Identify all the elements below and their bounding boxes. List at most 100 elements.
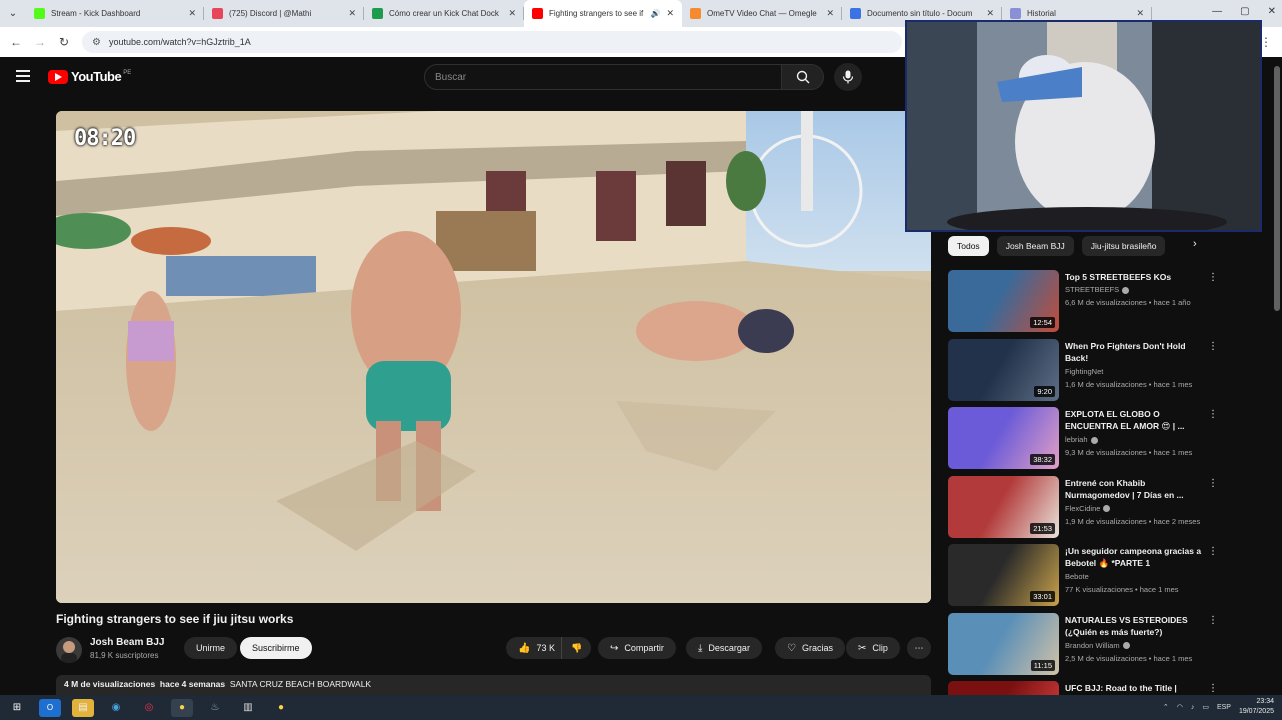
reload-icon[interactable]: ↻ <box>52 35 76 49</box>
tab-favicon-icon <box>850 8 861 19</box>
download-button[interactable]: ⤓ Descargar <box>686 637 762 659</box>
filter-chip[interactable]: Josh Beam BJJ <box>996 236 1074 256</box>
page-scrollbar[interactable] <box>1274 66 1280 311</box>
like-button[interactable]: 👍 73 K <box>506 637 561 659</box>
recommendation-channel[interactable]: Brandon William <box>1065 641 1120 650</box>
address-bar[interactable]: ⚙ youtube.com/watch?v=hGJztrib_1A <box>82 31 902 53</box>
tab-audio-icon[interactable]: 🔊 <box>650 9 660 18</box>
clip-button[interactable]: ✂ Clip <box>846 637 900 659</box>
recommendation-channel[interactable]: Bebote <box>1065 572 1089 581</box>
steam-icon[interactable]: ♨ <box>204 699 226 717</box>
browser-tab[interactable]: (725) Discord | @Mathi ✕ <box>204 0 364 27</box>
tab-close-icon[interactable]: ✕ <box>188 8 196 19</box>
file-explorer-icon[interactable]: ▤ <box>72 698 94 717</box>
channel-avatar[interactable] <box>56 637 82 663</box>
recommendation-title[interactable]: ¡Un seguidor campeona gracias a Bebotel … <box>1065 545 1205 569</box>
chrome-icon[interactable]: ● <box>171 698 193 717</box>
video-thumbnail[interactable]: 9:20 <box>948 338 1059 401</box>
more-vertical-icon[interactable]: ⋮ <box>1208 478 1218 489</box>
wifi-icon[interactable]: ◠ <box>1177 703 1183 711</box>
more-vertical-icon[interactable]: ⋮ <box>1208 546 1218 557</box>
video-thumbnail[interactable]: 21:53 <box>948 475 1059 538</box>
recommendation-item[interactable]: 33:01 ¡Un seguidor campeona gracias a Beb… <box>948 544 1228 612</box>
share-button[interactable]: ↪ Compartir <box>598 637 676 659</box>
video-player[interactable] <box>56 111 931 603</box>
recommendation-item[interactable]: 11:15 NATURALES VS ESTEROIDES (¿Quién es … <box>948 612 1228 681</box>
video-thumbnail[interactable]: 12:54 <box>948 270 1059 332</box>
description-views: 4 M de visualizaciones <box>64 679 156 689</box>
recommendation-title[interactable]: When Pro Fighters Don't Hold Back! <box>1065 340 1205 364</box>
tab-close-icon[interactable]: ✕ <box>826 8 834 19</box>
minimize-icon[interactable]: — <box>1212 6 1222 17</box>
language-indicator[interactable]: ESP <box>1217 704 1231 711</box>
back-icon[interactable]: ← <box>4 35 28 49</box>
dislike-button[interactable]: 👎 <box>561 637 591 659</box>
tab-close-icon[interactable]: ✕ <box>1136 8 1144 19</box>
obs-icon[interactable]: ◎ <box>138 699 160 717</box>
tab-close-icon[interactable]: ✕ <box>666 8 674 19</box>
recommendation-item[interactable]: 9:20 When Pro Fighters Don't Hold Back! Fi… <box>948 338 1228 407</box>
filter-chip[interactable]: Todos <box>948 236 989 256</box>
recommendation-channel[interactable]: FlexCidine <box>1065 504 1100 513</box>
timer-overlay: 08:20 <box>74 126 136 151</box>
chevron-up-icon[interactable]: ⌃ <box>1163 703 1169 711</box>
notes-icon[interactable]: ▥ <box>237 699 259 717</box>
more-vertical-icon[interactable]: ⋮ <box>1208 341 1218 352</box>
recommendation-title[interactable]: Top 5 STREETBEEFS KOs <box>1065 271 1205 283</box>
site-info-icon[interactable]: ⚙ <box>92 37 101 48</box>
tab-title: Fighting strangers to see if <box>549 9 644 18</box>
channel-name[interactable]: Josh Beam BJJ <box>90 637 164 648</box>
video-thumbnail[interactable]: 33:01 <box>948 544 1059 606</box>
subscribe-button[interactable]: Suscribirme <box>240 637 312 659</box>
recommendation-channel[interactable]: FightingNet <box>1065 367 1103 376</box>
recommendation-channel[interactable]: lebriah <box>1065 435 1088 444</box>
search-button[interactable] <box>782 64 824 90</box>
more-vertical-icon[interactable]: ⋮ <box>1208 409 1218 420</box>
maximize-icon[interactable]: ▢ <box>1240 6 1249 17</box>
search-input[interactable]: Buscar <box>424 64 782 90</box>
recommendation-title[interactable]: EXPLOTA EL GLOBO O ENCUENTRA EL AMOR 😍 |… <box>1065 408 1205 432</box>
youtube-logo[interactable]: YouTube PE <box>48 69 131 84</box>
description-box[interactable]: 4 M de visualizaciones hace 4 semanas SA… <box>56 675 931 695</box>
voice-search-button[interactable] <box>834 63 862 91</box>
recommendation-title[interactable]: NATURALES VS ESTEROIDES (¿Quién es más f… <box>1065 614 1205 638</box>
recommendation-item[interactable]: 38:32 EXPLOTA EL GLOBO O ENCUENTRA EL AMO… <box>948 407 1228 475</box>
tab-close-icon[interactable]: ✕ <box>508 8 516 19</box>
clock[interactable]: 23:34 19/07/2025 <box>1239 697 1274 717</box>
close-window-icon[interactable]: ✕ <box>1268 6 1276 17</box>
browser-tab[interactable]: Fighting strangers to see if 🔊 ✕ <box>524 0 682 27</box>
more-actions-button[interactable]: ⋯ <box>907 637 931 659</box>
browser-tab[interactable]: OmeTV Video Chat — Omegle ✕ <box>682 0 842 27</box>
chrome-profile-icon[interactable]: ● <box>270 699 292 717</box>
windows-start-icon[interactable]: ⊞ <box>6 699 28 717</box>
recommendation-item[interactable]: 12:54 Top 5 STREETBEEFS KOs STREETBEEFS 6,6… <box>948 270 1228 338</box>
tab-close-icon[interactable]: ✕ <box>986 8 994 19</box>
recommendation-title[interactable]: UFC BJJ: Road to the Title | <box>1065 682 1205 694</box>
browser-tab[interactable]: Cómo crear un Kick Chat Dock ✕ <box>364 0 524 27</box>
outlook-icon[interactable]: O <box>39 698 61 717</box>
edge-icon[interactable]: ◉ <box>105 699 127 717</box>
more-vertical-icon[interactable]: ⋮ <box>1208 615 1218 626</box>
chevron-right-icon[interactable]: › <box>1193 238 1197 250</box>
hamburger-menu-icon[interactable] <box>16 70 30 82</box>
more-vertical-icon[interactable]: ⋮ <box>1208 683 1218 694</box>
more-vertical-icon[interactable]: ⋮ <box>1208 272 1218 283</box>
recommendation-channel[interactable]: STREETBEEFS <box>1065 285 1119 294</box>
recommendation-item[interactable]: 21:53 Entrené con Khabib Nurmagomedov | 7… <box>948 475 1228 544</box>
description-location[interactable]: SANTA CRUZ BEACH BOARDWALK <box>230 679 371 689</box>
video-thumbnail[interactable]: 38:32 <box>948 407 1059 469</box>
join-button[interactable]: Unirme <box>184 637 238 659</box>
video-title: Fighting strangers to see if jiu jitsu w… <box>56 612 294 626</box>
forward-icon[interactable]: → <box>28 35 52 49</box>
tab-favicon-icon <box>34 8 45 19</box>
tab-close-icon[interactable]: ✕ <box>348 8 356 19</box>
browser-tab[interactable]: Stream - Kick Dashboard ✕ <box>26 0 204 27</box>
verified-icon <box>1122 286 1130 294</box>
filter-chip[interactable]: Jiu-jitsu brasileño <box>1081 236 1166 256</box>
thanks-button[interactable]: ♡ Gracias <box>775 637 845 659</box>
tab-search-icon[interactable]: ⌄ <box>0 0 26 27</box>
battery-icon[interactable]: ▭ <box>1202 703 1209 711</box>
recommendation-title[interactable]: Entrené con Khabib Nurmagomedov | 7 Días… <box>1065 477 1205 501</box>
video-thumbnail[interactable]: 11:15 <box>948 612 1059 675</box>
volume-icon[interactable]: ♪ <box>1191 704 1195 711</box>
